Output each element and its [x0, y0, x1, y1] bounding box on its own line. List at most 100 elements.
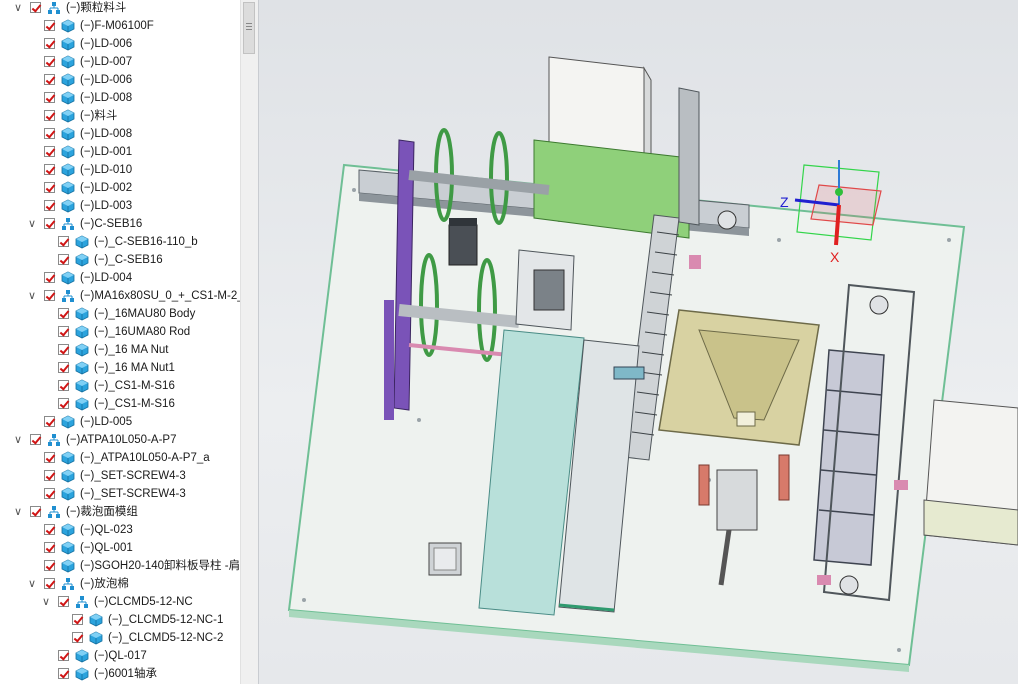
tree-row[interactable]: ∨ (−)放泡棉 — [0, 575, 240, 593]
tree-row[interactable]: ∨ (−)裁泡面模组 — [0, 503, 240, 521]
expand-toggle-icon[interactable]: ∨ — [12, 503, 24, 521]
tree-row[interactable]: (−)_SET-SCREW4-3 — [0, 467, 240, 485]
visibility-checkbox[interactable] — [44, 578, 55, 589]
visibility-checkbox[interactable] — [44, 560, 55, 571]
visibility-checkbox[interactable] — [44, 524, 55, 535]
visibility-checkbox[interactable] — [58, 668, 69, 679]
expand-toggle-icon[interactable]: ∨ — [40, 593, 52, 611]
tree-row[interactable]: (−)LD-008 — [0, 89, 240, 107]
visibility-checkbox[interactable] — [44, 488, 55, 499]
visibility-checkbox[interactable] — [44, 20, 55, 31]
tree-row[interactable]: (−)_CLCMD5-12-NC-1 — [0, 611, 240, 629]
visibility-checkbox[interactable] — [30, 2, 41, 13]
tree-row[interactable]: (−)LD-010 — [0, 161, 240, 179]
visibility-checkbox[interactable] — [44, 542, 55, 553]
expand-toggle-icon[interactable]: ∨ — [12, 0, 24, 17]
part-icon — [61, 523, 75, 537]
tree-row[interactable]: (−)料斗 — [0, 107, 240, 125]
tree-row[interactable]: (−)LD-005 — [0, 413, 240, 431]
visibility-checkbox[interactable] — [44, 272, 55, 283]
tree-row[interactable]: (−)_16UMA80 Rod — [0, 323, 240, 341]
part-icon — [75, 379, 89, 393]
visibility-checkbox[interactable] — [58, 596, 69, 607]
visibility-checkbox[interactable] — [44, 200, 55, 211]
tree-row[interactable]: ∨ (−)ATPA10L050-A-P7 — [0, 431, 240, 449]
visibility-checkbox[interactable] — [58, 308, 69, 319]
visibility-checkbox[interactable] — [44, 56, 55, 67]
visibility-checkbox[interactable] — [44, 182, 55, 193]
tree-row[interactable]: (−)LD-007 — [0, 53, 240, 71]
tree-row[interactable]: ∨ (−)C-SEB16 — [0, 215, 240, 233]
part-icon — [61, 73, 75, 87]
visibility-checkbox[interactable] — [72, 614, 83, 625]
tree-row[interactable]: (−)F-M06100F — [0, 17, 240, 35]
part-icon — [61, 145, 75, 159]
part-icon — [61, 199, 75, 213]
visibility-checkbox[interactable] — [58, 344, 69, 355]
visibility-checkbox[interactable] — [44, 290, 55, 301]
expand-toggle-icon[interactable]: ∨ — [12, 431, 24, 449]
visibility-checkbox[interactable] — [58, 398, 69, 409]
3d-viewport[interactable]: Z X — [259, 0, 1018, 684]
tree-row[interactable]: (−)SGOH20-140卸料板导柱 -肩 — [0, 557, 240, 575]
tree-item-label: (−)颗粒料斗 — [66, 2, 127, 14]
tree-row[interactable]: (−)_CS1-M-S16 — [0, 377, 240, 395]
visibility-checkbox[interactable] — [58, 326, 69, 337]
tree-row[interactable]: (−)LD-006 — [0, 71, 240, 89]
visibility-checkbox[interactable] — [44, 416, 55, 427]
tree-item-label: (−)_ATPA10L050-A-P7_a — [80, 452, 210, 464]
cad-model-render[interactable]: Z X — [259, 0, 1018, 684]
visibility-checkbox[interactable] — [44, 38, 55, 49]
expand-toggle-icon[interactable]: ∨ — [26, 575, 38, 593]
tree-row[interactable]: (−)_C-SEB16 — [0, 251, 240, 269]
visibility-checkbox[interactable] — [58, 236, 69, 247]
tree-row[interactable]: ∨ (−)CLCMD5-12-NC — [0, 593, 240, 611]
tree-row[interactable]: (−)LD-004 — [0, 269, 240, 287]
tree-row[interactable]: (−)_ATPA10L050-A-P7_a — [0, 449, 240, 467]
expand-toggle-icon[interactable]: ∨ — [26, 287, 38, 305]
tree-item-label: (−)LD-007 — [80, 56, 133, 68]
tree-row[interactable]: (−)_SET-SCREW4-3 — [0, 485, 240, 503]
tree-row[interactable]: (−)LD-008 — [0, 125, 240, 143]
visibility-checkbox[interactable] — [58, 254, 69, 265]
tree-row[interactable]: (−)_CS1-M-S16 — [0, 395, 240, 413]
visibility-checkbox[interactable] — [44, 92, 55, 103]
tree-row[interactable]: (−)LD-001 — [0, 143, 240, 161]
tree-row[interactable]: (−)QL-023 — [0, 521, 240, 539]
tree-row[interactable]: ∨ (−)颗粒料斗 — [0, 0, 240, 17]
visibility-checkbox[interactable] — [30, 434, 41, 445]
visibility-checkbox[interactable] — [58, 650, 69, 661]
visibility-checkbox[interactable] — [44, 452, 55, 463]
part-icon — [89, 631, 103, 645]
tree-row[interactable]: (−)_C-SEB16-110_b — [0, 233, 240, 251]
visibility-checkbox[interactable] — [44, 146, 55, 157]
tree-row[interactable]: (−)LD-003 — [0, 197, 240, 215]
tree-row[interactable]: ∨ (−)MA16x80SU_0_+_CS1-M-2_ — [0, 287, 240, 305]
expand-toggle-icon[interactable]: ∨ — [26, 215, 38, 233]
visibility-checkbox[interactable] — [72, 632, 83, 643]
tree-row[interactable]: (−)_CLCMD5-12-NC-2 — [0, 629, 240, 647]
tree-scrollbar[interactable] — [240, 0, 258, 684]
tree-row[interactable]: (−)LD-006 — [0, 35, 240, 53]
scroll-thumb[interactable] — [243, 2, 255, 54]
visibility-checkbox[interactable] — [44, 128, 55, 139]
visibility-checkbox[interactable] — [44, 470, 55, 481]
tree-item-label: (−)CLCMD5-12-NC — [94, 596, 193, 608]
visibility-checkbox[interactable] — [58, 362, 69, 373]
feature-tree-panel: ∨ (−)颗粒料斗 (−)F-M06100F (−)LD-006 (−)LD-007 (−… — [0, 0, 259, 684]
tree-row[interactable]: (−)QL-017 — [0, 647, 240, 665]
visibility-checkbox[interactable] — [44, 218, 55, 229]
tree-row[interactable]: (−)LD-002 — [0, 179, 240, 197]
tree-row[interactable]: (−)QL-001 — [0, 539, 240, 557]
part-icon — [61, 487, 75, 501]
tree-row[interactable]: (−)_16MAU80 Body — [0, 305, 240, 323]
visibility-checkbox[interactable] — [44, 110, 55, 121]
tree-row[interactable]: (−)_16 MA Nut1 — [0, 359, 240, 377]
tree-row[interactable]: (−)6001轴承 — [0, 665, 240, 683]
visibility-checkbox[interactable] — [44, 164, 55, 175]
tree-row[interactable]: (−)_16 MA Nut — [0, 341, 240, 359]
visibility-checkbox[interactable] — [30, 506, 41, 517]
part-icon — [61, 559, 75, 573]
visibility-checkbox[interactable] — [58, 380, 69, 391]
visibility-checkbox[interactable] — [44, 74, 55, 85]
